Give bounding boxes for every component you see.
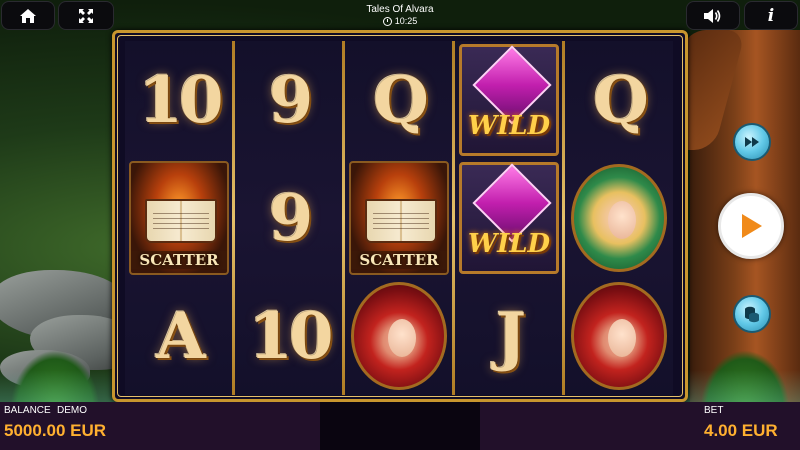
reel-4: WILD WILD J — [455, 41, 563, 395]
symbol-ten: 10 — [248, 298, 333, 374]
info-icon: i — [767, 5, 775, 26]
scatter-book: SCATTER — [349, 161, 449, 275]
symbol-wild: WILD — [455, 41, 563, 159]
symbol-wild: WILD — [455, 159, 563, 277]
bottom-bar-center — [320, 402, 480, 450]
symbol-scatter: SCATTER — [125, 159, 233, 277]
balance-label: BALANCE — [4, 405, 51, 416]
bet-value[interactable]: 4.00 EUR — [704, 421, 778, 441]
red-fairy-portrait — [571, 282, 667, 390]
fast-forward-icon — [745, 137, 759, 147]
fullscreen-icon — [79, 8, 93, 23]
speaker-icon — [704, 8, 721, 23]
spell-book-icon — [145, 199, 217, 243]
symbol-queen: Q — [373, 62, 429, 138]
wild-gem: WILD — [459, 44, 559, 156]
sound-button[interactable] — [686, 1, 740, 30]
symbol-blonde-fairy — [565, 159, 673, 277]
bet-label: BET — [704, 405, 724, 416]
home-button[interactable] — [1, 1, 55, 30]
symbol-red-fairy — [345, 277, 453, 395]
symbol-nine: 9 — [268, 62, 313, 138]
spell-book-icon — [365, 199, 437, 243]
bet-settings-button[interactable] — [733, 295, 771, 333]
wild-gem: WILD — [459, 162, 559, 274]
symbol-red-fairy — [565, 277, 673, 395]
info-button[interactable]: i — [744, 1, 798, 30]
play-icon — [742, 214, 762, 238]
game-title: Tales Of Alvara — [366, 4, 434, 15]
clock-display: 10:25 — [300, 16, 500, 27]
symbol-scatter: SCATTER — [345, 159, 453, 277]
reels-frame: 10 SCATTER A 9 9 10 Q SCATTER WILD WILD … — [112, 30, 688, 402]
spin-button[interactable] — [718, 193, 784, 259]
symbol-ace: A — [156, 298, 206, 374]
coins-icon — [745, 306, 759, 323]
turbo-button[interactable] — [733, 123, 771, 161]
clock-time: 10:25 — [394, 16, 418, 26]
home-icon — [20, 8, 36, 23]
demo-label: DEMO — [57, 405, 87, 416]
balance-value: 5000.00 EUR — [4, 421, 107, 440]
symbol-jack: J — [495, 298, 526, 374]
reel-3: Q SCATTER — [345, 41, 453, 395]
symbol-queen: Q — [593, 62, 649, 138]
fullscreen-button[interactable] — [58, 1, 114, 30]
reel-2: 9 9 10 — [235, 41, 343, 395]
clock-icon — [382, 17, 392, 26]
red-fairy-portrait — [351, 282, 447, 390]
symbol-nine: 9 — [268, 180, 313, 256]
scatter-book: SCATTER — [129, 161, 229, 275]
symbol-ten: 10 — [138, 62, 223, 138]
reel-5: Q — [565, 41, 673, 395]
reel-1: 10 SCATTER A — [125, 41, 233, 395]
blonde-fairy-portrait — [571, 164, 667, 272]
game-header: Tales Of Alvara 10:25 — [300, 4, 500, 27]
